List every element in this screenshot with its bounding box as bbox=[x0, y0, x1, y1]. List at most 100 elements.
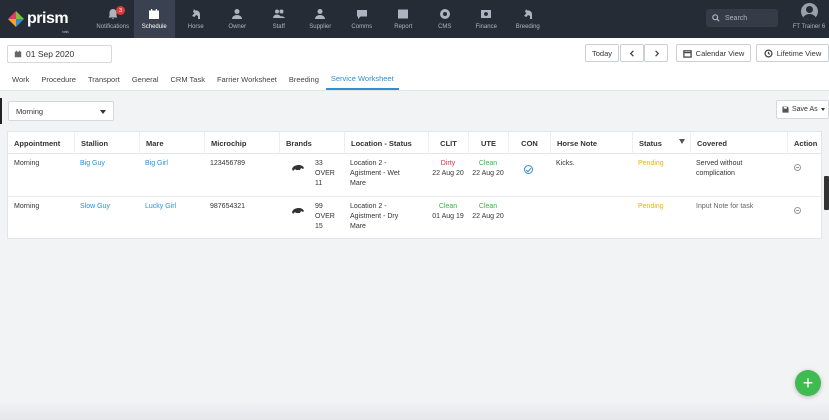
table-row[interactable]: Morning Slow Guy Lucky Girl 987654321 99… bbox=[8, 197, 821, 240]
nav-label: Schedule bbox=[141, 24, 167, 30]
user-name: FT Trainer 6 bbox=[792, 24, 826, 30]
comms-icon bbox=[355, 8, 369, 20]
nav-horse[interactable]: Horse bbox=[175, 0, 217, 38]
nav-label: Supplier bbox=[309, 24, 332, 30]
cell-brands: 33 OVER 11 bbox=[315, 160, 335, 187]
status-badge: Pending bbox=[638, 203, 664, 210]
check-circle-icon bbox=[524, 165, 533, 174]
nav-label: Finance bbox=[475, 24, 497, 30]
col-stallion[interactable]: Stallion bbox=[74, 132, 139, 154]
tab-service-worksheet[interactable]: Service Worksheet bbox=[325, 68, 399, 90]
finance-icon bbox=[479, 8, 493, 20]
col-covered[interactable]: Covered bbox=[690, 132, 787, 154]
tab-farrier-worksheet[interactable]: Farrier Worksheet bbox=[212, 68, 282, 90]
col-action[interactable]: Action bbox=[787, 132, 823, 154]
user-menu[interactable]: FT Trainer 6 bbox=[790, 3, 828, 35]
stallion-link[interactable]: Slow Guy bbox=[74, 202, 110, 212]
notification-badge: 3 bbox=[116, 6, 125, 15]
sidebar-toggle-handle[interactable] bbox=[0, 98, 2, 124]
breeding-icon bbox=[521, 8, 535, 20]
cell-clit: Clean 01 Aug 19 bbox=[432, 203, 464, 220]
save-as-button[interactable]: Save As bbox=[776, 100, 829, 119]
tab-breeding[interactable]: Breeding bbox=[284, 68, 324, 90]
chevron-left-icon bbox=[629, 49, 634, 57]
appointment-select[interactable]: Morning bbox=[8, 101, 114, 121]
nav-finance[interactable]: Finance bbox=[466, 0, 508, 38]
selected-date: 01 Sep 2020 bbox=[26, 49, 75, 59]
add-button[interactable]: + bbox=[795, 370, 821, 396]
nav-schedule[interactable]: Schedule bbox=[133, 0, 175, 38]
remove-icon[interactable] bbox=[794, 207, 801, 214]
save-as-label: Save As bbox=[792, 106, 818, 113]
col-con[interactable]: CON bbox=[508, 132, 550, 154]
col-clit[interactable]: CLIT bbox=[428, 132, 468, 154]
mare-link[interactable]: Big Girl bbox=[139, 159, 168, 169]
nav-report[interactable]: Report bbox=[383, 0, 425, 38]
cell-location-status: Location 2 - Agistment - Wet Mare bbox=[350, 160, 400, 187]
stallion-link[interactable]: Big Guy bbox=[74, 159, 105, 169]
lifetime-view-button[interactable]: Lifetime View bbox=[756, 44, 829, 62]
cell-appointment: Morning bbox=[14, 160, 40, 167]
schedule-header: 01 Sep 2020 Today Calendar View Lifetime… bbox=[0, 38, 829, 91]
cell-location-status: Location 2 - Agistment - Dry Mare bbox=[350, 203, 399, 230]
col-status[interactable]: Status bbox=[632, 132, 690, 154]
cell-horse-note: Kicks. bbox=[556, 160, 575, 167]
search-placeholder: Search bbox=[725, 14, 748, 22]
scrollbar[interactable] bbox=[824, 176, 829, 210]
today-button[interactable]: Today bbox=[585, 44, 619, 62]
cms-icon bbox=[438, 8, 452, 20]
nav-breeding[interactable]: Breeding bbox=[507, 0, 549, 38]
nav-staff[interactable]: Staff bbox=[258, 0, 300, 38]
worksheet-tabs: Work Procedure Transport General CRM Tas… bbox=[7, 68, 401, 90]
chevron-down-icon bbox=[820, 108, 825, 111]
nav-label: Breeding bbox=[515, 24, 540, 30]
prism-logo[interactable]: prism beta bbox=[0, 0, 92, 38]
nav-owner[interactable]: Owner bbox=[217, 0, 259, 38]
filter-icon[interactable] bbox=[679, 139, 685, 144]
col-brands[interactable]: Brands bbox=[279, 132, 344, 154]
col-location-status[interactable]: Location - Status bbox=[344, 132, 428, 154]
history-icon bbox=[764, 48, 773, 58]
tab-procedure[interactable]: Procedure bbox=[36, 68, 81, 90]
avatar bbox=[800, 3, 818, 20]
chevron-right-icon bbox=[654, 49, 659, 57]
brand-icon bbox=[292, 165, 304, 171]
chevron-down-icon bbox=[100, 110, 106, 114]
next-date-button[interactable] bbox=[644, 44, 668, 62]
calendar-view-button[interactable]: Calendar View bbox=[676, 44, 751, 62]
col-microchip[interactable]: Microchip bbox=[204, 132, 279, 154]
mare-link[interactable]: Lucky Girl bbox=[139, 202, 176, 212]
tab-transport[interactable]: Transport bbox=[83, 68, 125, 90]
calendar-icon bbox=[682, 49, 692, 58]
prism-logo-icon bbox=[8, 11, 24, 27]
filter-row: Morning Save As bbox=[0, 92, 829, 128]
tab-work[interactable]: Work bbox=[7, 68, 34, 90]
calendar-icon bbox=[147, 8, 161, 20]
beta-label: beta bbox=[62, 29, 69, 34]
table-row[interactable]: Morning Big Guy Big Girl 123456789 33 OVE… bbox=[8, 154, 821, 197]
date-picker[interactable]: 01 Sep 2020 bbox=[7, 45, 112, 63]
prev-date-button[interactable] bbox=[620, 44, 644, 62]
search-input[interactable]: Search bbox=[706, 9, 778, 27]
col-horse-note[interactable]: Horse Note bbox=[550, 132, 632, 154]
nav-supplier[interactable]: Supplier bbox=[300, 0, 342, 38]
col-appointment[interactable]: Appointment bbox=[8, 132, 74, 154]
nav-cms[interactable]: CMS bbox=[424, 0, 466, 38]
nav-label: Owner bbox=[228, 24, 247, 30]
tab-crm-task[interactable]: CRM Task bbox=[166, 68, 210, 90]
covered-note-input[interactable]: Input Note for task bbox=[690, 202, 753, 212]
nav-notifications[interactable]: 3 Notifications bbox=[92, 0, 134, 38]
cell-covered[interactable]: Served without complication bbox=[690, 159, 742, 179]
calendar-icon bbox=[14, 50, 22, 58]
col-ute[interactable]: UTE bbox=[468, 132, 508, 154]
nav-label: Horse bbox=[187, 24, 204, 30]
cell-ute: Clean 22 Aug 20 bbox=[472, 160, 504, 177]
nav-comms[interactable]: Comms bbox=[341, 0, 383, 38]
table-header: Appointment Stallion Mare Microchip Bran… bbox=[8, 132, 821, 154]
top-navigation: prism beta 3 Notifications Schedule Horse… bbox=[0, 0, 829, 38]
cell-microchip: 123456789 bbox=[210, 160, 246, 167]
remove-icon[interactable] bbox=[794, 164, 801, 171]
tab-general[interactable]: General bbox=[127, 68, 164, 90]
cell-clit: Dirty 22 Aug 20 bbox=[432, 160, 464, 177]
col-mare[interactable]: Mare bbox=[139, 132, 204, 154]
